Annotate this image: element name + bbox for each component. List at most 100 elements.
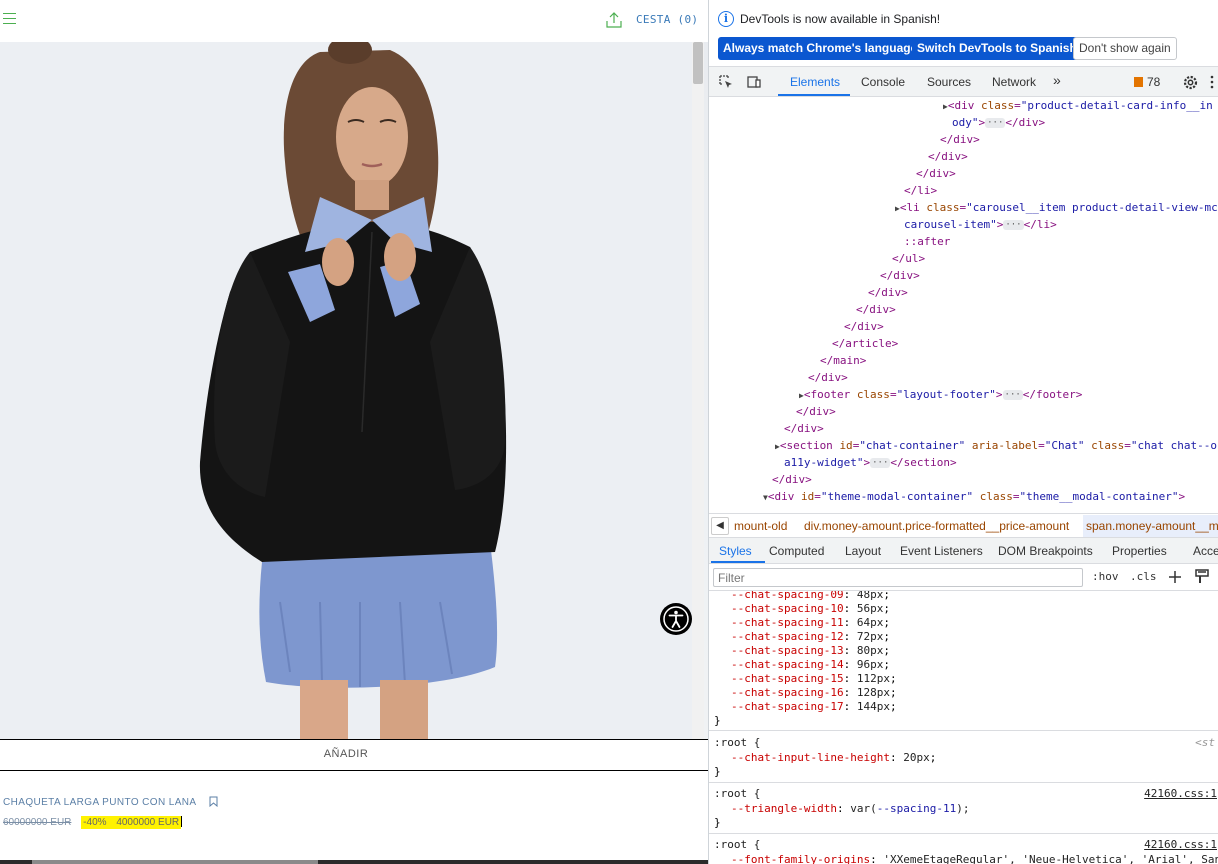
- rule-selector[interactable]: :root {: [714, 736, 760, 750]
- switch-language-button[interactable]: Switch DevTools to Spanish: [912, 37, 1082, 60]
- tab-console[interactable]: Console: [861, 75, 905, 89]
- breadcrumb-item[interactable]: mount-old: [734, 519, 787, 533]
- dom-node[interactable]: a11y-widget"> ··· </section>: [784, 454, 957, 471]
- dom-node[interactable]: ▶<section id="chat-container" aria-label…: [775, 437, 1217, 454]
- menu-icon[interactable]: [3, 13, 16, 25]
- tab-layout[interactable]: Layout: [845, 544, 881, 558]
- devtools-panel: i DevTools is now available in Spanish! …: [708, 0, 1218, 864]
- dom-node[interactable]: </div>: [856, 301, 896, 318]
- dom-tree[interactable]: ▶<div class="product-detail-card-info__i…: [709, 97, 1218, 512]
- new-style-rule-icon[interactable]: [1168, 570, 1182, 584]
- cart-link[interactable]: CESTA (0): [636, 13, 698, 26]
- dom-node[interactable]: ▶<div class="product-detail-card-info__i…: [943, 97, 1213, 114]
- dom-node[interactable]: carousel-item"> ··· </li>: [904, 216, 1057, 233]
- dom-node[interactable]: ody"> ··· </div>: [952, 114, 1045, 131]
- dom-node[interactable]: </main>: [820, 352, 866, 369]
- bottom-scrollbar-thumb[interactable]: [32, 860, 318, 864]
- rule-source[interactable]: <st: [1195, 736, 1215, 749]
- inspect-element-icon[interactable]: [718, 74, 734, 90]
- language-infobar: i DevTools is now available in Spanish! …: [709, 0, 1218, 66]
- dont-show-again-button[interactable]: Don't show again: [1073, 37, 1177, 60]
- class-toggle[interactable]: .cls: [1130, 570, 1157, 583]
- issues-flag-icon: [1134, 77, 1143, 87]
- css-declaration[interactable]: --chat-spacing-12: 72px;: [731, 630, 890, 644]
- breadcrumb-back-icon[interactable]: ◀: [711, 517, 729, 535]
- dom-node[interactable]: ▶<footer class="layout-footer"> ··· </foot…: [799, 386, 1082, 403]
- dom-node[interactable]: </div>: [808, 369, 848, 386]
- breadcrumb-item-selected[interactable]: span.money-amount__main: [1083, 515, 1218, 537]
- price-highlight: -40% 4000000 EUR: [81, 816, 182, 829]
- css-declaration[interactable]: --font-family-origins: 'XXemeEtageRegula…: [731, 853, 1218, 864]
- css-declaration[interactable]: --chat-input-line-height: 20px;: [731, 751, 936, 765]
- gear-icon[interactable]: [1182, 74, 1199, 91]
- tab-network[interactable]: Network: [992, 75, 1036, 89]
- css-declaration[interactable]: --chat-spacing-15: 112px;: [731, 672, 897, 686]
- add-to-cart-button[interactable]: AÑADIR: [324, 748, 369, 760]
- dom-node[interactable]: </div>: [844, 318, 884, 335]
- rule-close-brace: }: [714, 816, 721, 829]
- css-declaration[interactable]: --triangle-width: var(--spacing-11);: [731, 802, 969, 816]
- dom-node[interactable]: </div>: [940, 131, 980, 148]
- match-language-button[interactable]: Always match Chrome's language: [718, 37, 923, 60]
- css-declaration[interactable]: --chat-spacing-13: 80px;: [731, 644, 890, 658]
- styles-filter-input[interactable]: [713, 568, 1083, 587]
- breadcrumb-item[interactable]: div.money-amount.price-formatted__price-…: [804, 519, 1069, 533]
- dom-node[interactable]: ▶<li class="carousel__item product-detai…: [895, 199, 1218, 216]
- css-declaration[interactable]: --chat-spacing-14: 96px;: [731, 658, 890, 672]
- devtools-tab-bar: Elements Console Sources Network » 78: [709, 66, 1218, 97]
- hover-state-toggle[interactable]: :hov: [1092, 570, 1119, 583]
- dom-node[interactable]: </div>: [772, 471, 812, 488]
- bookmark-icon[interactable]: [209, 796, 218, 807]
- rule-divider: [709, 730, 1218, 731]
- dom-node[interactable]: </div>: [880, 267, 920, 284]
- page-scrollbar[interactable]: [692, 42, 704, 739]
- tab-styles[interactable]: Styles: [719, 544, 752, 558]
- dom-node[interactable]: </ul>: [892, 250, 925, 267]
- product-photo: [0, 42, 708, 739]
- dom-node[interactable]: </li>: [904, 182, 937, 199]
- issues-badge[interactable]: 78: [1134, 75, 1160, 89]
- more-tabs-chevron-icon[interactable]: »: [1053, 72, 1061, 88]
- product-page: CESTA (0) AÑADIR CHAQUETA LARGA PUNTO CO…: [0, 0, 708, 864]
- tab-computed[interactable]: Computed: [769, 544, 824, 558]
- dom-node[interactable]: ::after: [904, 233, 950, 250]
- computed-styles-sidebar-icon[interactable]: [1195, 569, 1209, 585]
- rule-selector[interactable]: :root {: [714, 787, 760, 801]
- css-declaration[interactable]: --chat-spacing-17: 144px;: [731, 700, 897, 714]
- text-caret: [181, 816, 183, 827]
- tab-dom-breakpoints[interactable]: DOM Breakpoints: [998, 544, 1093, 558]
- rule-source-link[interactable]: 42160.css:1: [1144, 787, 1217, 800]
- css-declaration[interactable]: --chat-spacing-16: 128px;: [731, 686, 897, 700]
- dom-node[interactable]: </div>: [928, 148, 968, 165]
- active-styles-tab-indicator: [711, 561, 765, 563]
- css-declaration[interactable]: --chat-spacing-09: 48px;: [731, 591, 890, 602]
- accessibility-icon: [663, 606, 689, 632]
- discount-percent: -40%: [83, 817, 107, 828]
- styles-tab-bar: Styles Computed Layout Event Listeners D…: [709, 538, 1218, 564]
- dom-node[interactable]: </div>: [784, 420, 824, 437]
- tab-event-listeners[interactable]: Event Listeners: [900, 544, 983, 558]
- css-declaration[interactable]: --chat-spacing-10: 56px;: [731, 602, 890, 616]
- price-row: 60000000 EUR -40% 4000000 EUR: [3, 816, 603, 829]
- dom-node[interactable]: ▼<div id="theme-modal-container" class="…: [763, 488, 1185, 505]
- rule-source-link[interactable]: 42160.css:1: [1144, 838, 1217, 851]
- dom-node[interactable]: </article>: [832, 335, 898, 352]
- accessibility-button[interactable]: [660, 603, 692, 635]
- bottom-scrollbar[interactable]: [0, 860, 708, 864]
- tab-elements[interactable]: Elements: [790, 75, 840, 89]
- page-scrollbar-thumb[interactable]: [693, 42, 703, 84]
- product-name[interactable]: CHAQUETA LARGA PUNTO CON LANA: [3, 797, 197, 808]
- css-declaration[interactable]: --chat-spacing-11: 64px;: [731, 616, 890, 630]
- dom-node[interactable]: </div>: [796, 403, 836, 420]
- rule-selector[interactable]: :root {: [714, 838, 760, 852]
- more-options-icon[interactable]: [1209, 74, 1215, 90]
- dom-node[interactable]: </div>: [916, 165, 956, 182]
- device-toolbar-icon[interactable]: [746, 74, 762, 90]
- share-icon[interactable]: [605, 11, 623, 29]
- tab-accessibility[interactable]: Accessibility: [1193, 544, 1218, 558]
- styles-pane[interactable]: --chat-spacing-09: 48px; --chat-spacing-1…: [709, 591, 1218, 864]
- dom-node[interactable]: </div>: [868, 284, 908, 301]
- tab-sources[interactable]: Sources: [927, 75, 971, 89]
- tab-properties[interactable]: Properties: [1112, 544, 1167, 558]
- rule-divider: [709, 833, 1218, 834]
